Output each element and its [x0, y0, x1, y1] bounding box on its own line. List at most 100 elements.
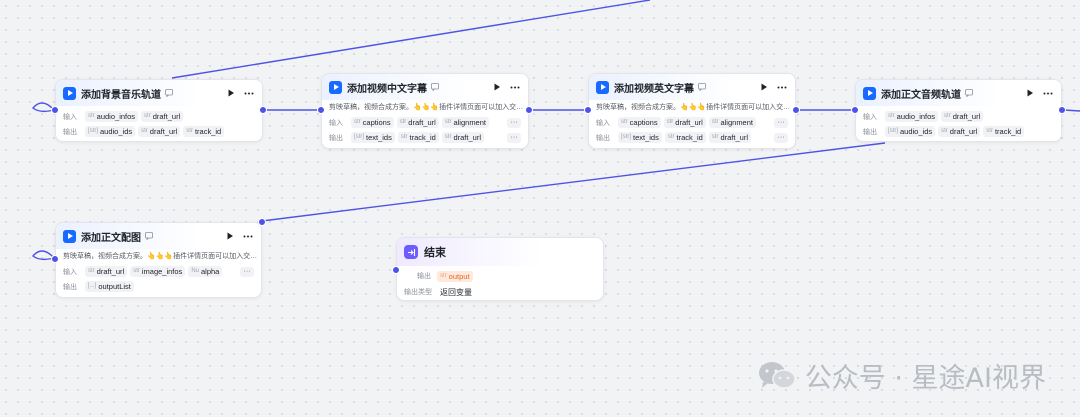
input-port[interactable] — [51, 255, 59, 263]
connection-edges — [32, 0, 1080, 261]
input-port[interactable] — [317, 106, 325, 114]
node-add-en-caption[interactable]: 添加视频英文字幕 剪映草稿，视频合成方案。👆👆👆插件详情页面可以加入交… 输入 … — [588, 73, 796, 149]
input-port[interactable] — [392, 266, 400, 274]
output-variable-tag: str output — [437, 270, 473, 282]
input-tag: str draft_url — [85, 266, 128, 277]
plugin-icon — [863, 86, 876, 100]
edge-main-audio-out — [1063, 109, 1080, 112]
output-tag: [...] outputList — [85, 281, 134, 292]
output-tag: str draft_url — [938, 126, 981, 137]
watermark-text: 公众号 · 星途AI视界 — [804, 363, 1046, 394]
more-params-button[interactable]: ··· — [774, 132, 788, 143]
input-port[interactable] — [584, 106, 592, 114]
more-icon[interactable] — [1041, 86, 1055, 100]
input-tag: str draft_url — [141, 111, 184, 122]
outputs-row: 输出 [str] text_ids str track_id str draft_ur… — [589, 130, 795, 145]
input-tag: Nu alpha — [188, 266, 223, 277]
node-header[interactable]: 添加正文配图 — [56, 223, 261, 249]
exit-icon — [404, 245, 418, 259]
output-port[interactable] — [1058, 106, 1066, 114]
output-tag: [str] text_ids — [351, 132, 395, 143]
inputs-row: 输入 str captions str draft_url str alignment… — [589, 115, 795, 130]
input-tag: str alignment — [708, 117, 756, 128]
run-icon[interactable] — [490, 80, 504, 94]
run-icon[interactable] — [223, 229, 237, 243]
output-tag: str draft_url — [138, 126, 181, 137]
node-add-main-images[interactable]: 添加正文配图 剪映草稿，视频合成方案。👆👆👆插件详情页面可以加入交… 输入 st… — [55, 222, 262, 298]
input-port[interactable] — [851, 106, 859, 114]
more-params-button[interactable]: ··· — [507, 117, 521, 128]
output-tag: [str] text_ids — [618, 132, 662, 143]
comment-icon[interactable] — [431, 83, 439, 91]
output-tag: str draft_url — [441, 132, 484, 143]
output-tag: [str] audio_ids — [885, 126, 936, 137]
node-title: 添加视频英文字幕 — [614, 83, 694, 95]
node-title: 添加正文音频轨道 — [881, 89, 961, 101]
input-tag: str draft_url — [941, 111, 984, 122]
node-header[interactable]: 添加背景音乐轨道 — [56, 80, 262, 106]
node-title: 添加背景音乐轨道 — [81, 89, 161, 101]
more-params-button[interactable]: ··· — [774, 117, 788, 128]
node-header[interactable]: 添加视频中文字幕 — [322, 74, 528, 100]
more-icon[interactable] — [241, 229, 255, 243]
input-tag: str captions — [351, 117, 394, 128]
comment-icon[interactable] — [965, 89, 973, 97]
end-output-row: 输出 str output — [397, 268, 603, 284]
output-tag: str track_id — [183, 126, 225, 137]
inputs-row: 输入 str captions str draft_url str alignment… — [322, 115, 528, 130]
inputs-row: 输入 str audio_infos str draft_url — [56, 109, 262, 124]
more-params-button[interactable]: ··· — [240, 266, 254, 277]
run-icon[interactable] — [757, 80, 771, 94]
output-port[interactable] — [792, 106, 800, 114]
node-header[interactable]: 添加正文音频轨道 — [856, 80, 1061, 106]
output-tag: str track_id — [664, 132, 706, 143]
inputs-row: 输入 str audio_infos str draft_url — [856, 109, 1061, 124]
more-icon[interactable] — [242, 86, 256, 100]
node-description: 剪映草稿，视频合成方案。👆👆👆插件详情页面可以加入交… — [596, 104, 791, 111]
node-description: 剪映草稿，视频合成方案。👆👆👆插件详情页面可以加入交… — [329, 104, 524, 111]
plugin-icon — [63, 86, 76, 100]
input-tag: str captions — [618, 117, 661, 128]
node-title: 添加视频中文字幕 — [347, 83, 427, 95]
node-add-cn-caption[interactable]: 添加视频中文字幕 剪映草稿，视频合成方案。👆👆👆插件详情页面可以加入交… 输入 … — [321, 73, 529, 149]
more-params-button[interactable]: ··· — [507, 132, 521, 143]
more-icon[interactable] — [775, 80, 789, 94]
node-end[interactable]: 结束 输出 str output 输出类型 返回变量 — [396, 237, 604, 301]
edge-main-audio-to-images — [261, 142, 886, 222]
output-tag: str draft_url — [708, 132, 751, 143]
input-tag: str alignment — [441, 117, 489, 128]
comment-icon[interactable] — [165, 89, 173, 97]
node-title: 添加正文配图 — [81, 232, 141, 244]
watermark: 公众号 · 星途AI视界 — [757, 356, 1046, 395]
more-icon[interactable] — [508, 80, 522, 94]
plugin-icon — [63, 229, 76, 243]
outputs-row: 输出 [str] audio_ids str draft_url str track_… — [856, 124, 1061, 139]
end-output-type-row: 输出类型 返回变量 — [404, 287, 472, 297]
run-icon[interactable] — [1023, 86, 1037, 100]
comment-icon[interactable] — [698, 83, 706, 91]
input-tag: str image_infos — [130, 266, 186, 277]
output-tag: [str] audio_ids — [85, 126, 136, 137]
outputs-row: 输出 [str] text_ids str track_id str draft_ur… — [322, 130, 528, 145]
outputs-row: 输出 [str] audio_ids str draft_url str track_… — [56, 124, 262, 139]
input-tag: str draft_url — [396, 117, 439, 128]
node-title: 结束 — [424, 247, 446, 259]
comment-icon[interactable] — [145, 232, 153, 240]
output-tag: str track_id — [397, 132, 439, 143]
output-tag: str track_id — [983, 126, 1025, 137]
output-port[interactable] — [258, 218, 266, 226]
run-icon[interactable] — [224, 86, 238, 100]
node-header[interactable]: 添加视频英文字幕 — [589, 74, 795, 100]
input-port[interactable] — [51, 106, 59, 114]
plugin-icon — [596, 80, 609, 94]
output-port[interactable] — [259, 106, 267, 114]
plugin-icon — [329, 80, 342, 94]
output-port[interactable] — [525, 106, 533, 114]
inputs-row: 输入 str draft_url str image_infos Nu alpha ·… — [56, 264, 261, 279]
node-add-bgm-track[interactable]: 添加背景音乐轨道 输入 str audio_infos str draft_url … — [55, 79, 263, 142]
node-add-main-audio-track[interactable]: 添加正文音频轨道 输入 str audio_infos str draft_url … — [855, 79, 1062, 142]
edge-bgm-to-top — [171, 0, 651, 79]
outputs-row: 输出 [...] outputList — [56, 279, 261, 294]
node-header[interactable]: 结束 — [397, 238, 603, 266]
input-tag: str audio_infos — [885, 111, 939, 122]
